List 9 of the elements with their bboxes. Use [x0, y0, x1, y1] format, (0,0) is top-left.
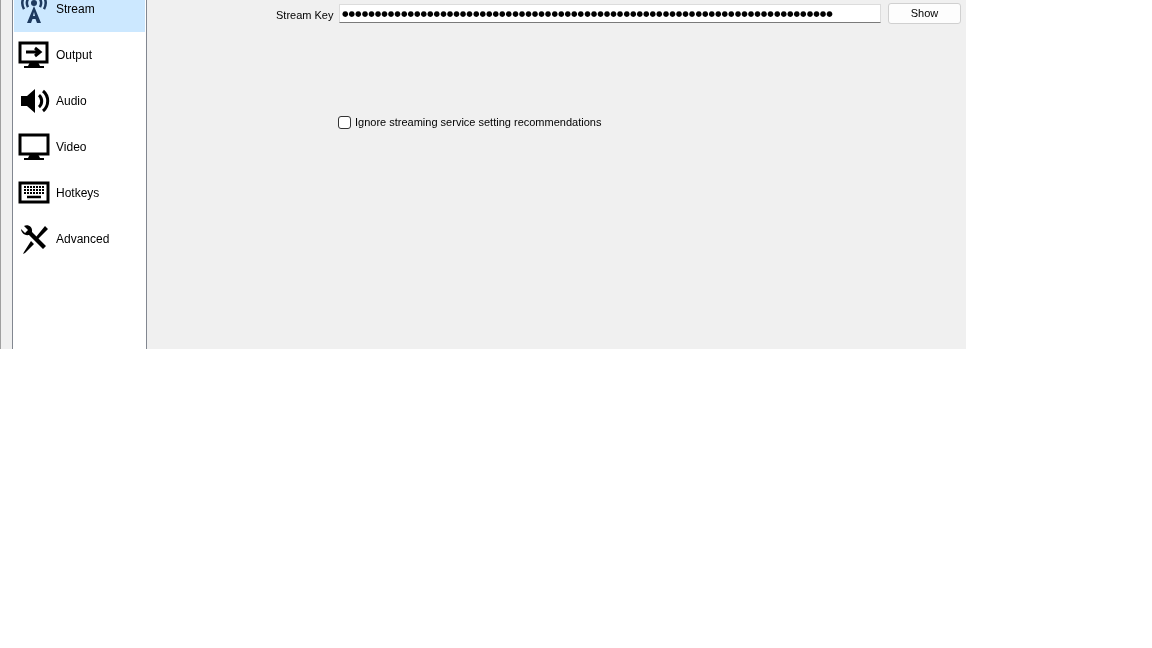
tools-icon [18, 223, 50, 255]
show-button[interactable]: Show [888, 3, 961, 24]
stream-key-label: Stream Key [276, 8, 334, 23]
checkbox[interactable] [338, 115, 351, 129]
monitor-arrow-icon [18, 39, 50, 71]
antenna-icon [18, 0, 50, 25]
monitor-icon [18, 131, 50, 163]
checkbox-label: Ignore streaming service setting recommendations [355, 115, 602, 130]
sidebar-item[interactable]: Stream [14, 0, 145, 32]
